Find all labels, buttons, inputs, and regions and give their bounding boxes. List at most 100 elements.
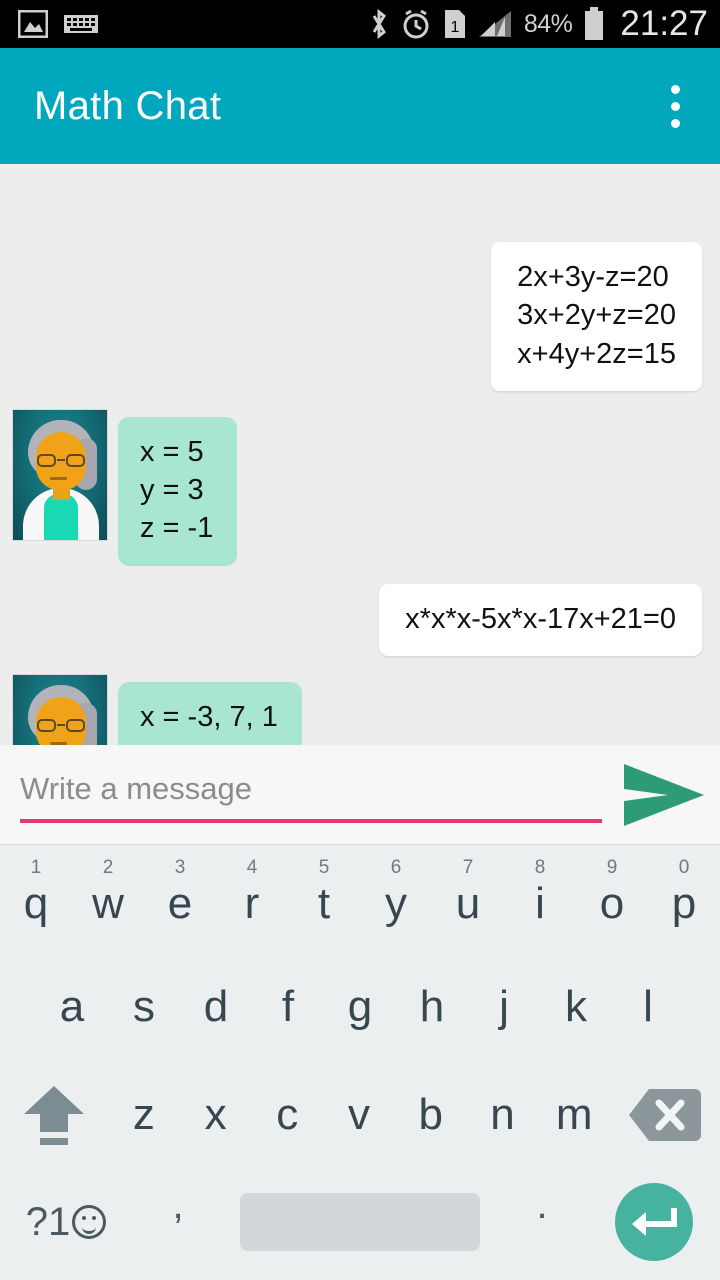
- backspace-key[interactable]: [610, 1087, 720, 1143]
- key-label: m: [555, 1090, 593, 1139]
- enter-key-circle: [615, 1183, 693, 1261]
- key-t[interactable]: 5t: [288, 845, 360, 953]
- key-i[interactable]: 8i: [504, 845, 576, 953]
- avatar: [12, 408, 108, 541]
- key-f[interactable]: f: [252, 953, 324, 1061]
- key-y[interactable]: 6y: [360, 845, 432, 953]
- symbols-key[interactable]: ?1: [0, 1200, 132, 1245]
- shift-key[interactable]: [0, 1080, 108, 1150]
- key-v[interactable]: v: [323, 1093, 395, 1137]
- key-number-hint: 4: [246, 857, 258, 878]
- key-q[interactable]: 1q: [0, 845, 72, 953]
- key-label: n: [490, 1090, 515, 1139]
- message-row-outgoing: x*x*x-5x*x-17x+21=0: [0, 583, 720, 656]
- key-label: y: [385, 879, 407, 928]
- key-e[interactable]: 3e: [144, 845, 216, 953]
- key-a[interactable]: a: [36, 953, 108, 1061]
- key-label: h: [419, 982, 445, 1031]
- send-button[interactable]: [616, 747, 712, 843]
- app-bar: Math Chat: [0, 48, 720, 164]
- on-screen-keyboard[interactable]: 1q 2w 3e 4r 5t 6y 7u 8i 9o 0p a s d f g …: [0, 845, 720, 1280]
- status-bar: 1 84% 21:27: [0, 0, 720, 48]
- status-clock: 21:27: [620, 4, 708, 43]
- key-z[interactable]: z: [108, 1093, 180, 1137]
- shift-icon: [24, 1086, 84, 1145]
- glasses-icon: [37, 718, 85, 732]
- key-h[interactable]: h: [396, 953, 468, 1061]
- period-label: .: [536, 1182, 548, 1227]
- key-o[interactable]: 9o: [576, 845, 648, 953]
- key-s[interactable]: s: [108, 953, 180, 1061]
- comma-key[interactable]: ,: [132, 1183, 224, 1262]
- key-b[interactable]: b: [395, 1093, 467, 1137]
- key-g[interactable]: g: [324, 953, 396, 1061]
- key-d[interactable]: d: [180, 953, 252, 1061]
- enter-key[interactable]: [588, 1183, 720, 1261]
- alarm-icon: [403, 9, 429, 39]
- keyboard-row-4: ?1 , .: [0, 1169, 720, 1275]
- key-label: s: [133, 982, 155, 1031]
- key-label: u: [455, 879, 481, 928]
- key-p[interactable]: 0p: [648, 845, 720, 953]
- send-arrow-icon: [624, 763, 704, 826]
- key-r[interactable]: 4r: [216, 845, 288, 953]
- key-label: z: [132, 1090, 155, 1139]
- key-m[interactable]: m: [538, 1093, 610, 1137]
- key-number-hint: 9: [606, 857, 618, 878]
- status-bar-right-icons: 1 84% 21:27: [368, 4, 708, 44]
- key-u[interactable]: 7u: [432, 845, 504, 953]
- key-label: j: [499, 982, 509, 1031]
- message-line: x+4y+2z=15: [517, 337, 676, 370]
- key-x[interactable]: x: [180, 1093, 252, 1137]
- key-label: p: [671, 879, 697, 928]
- key-label: q: [23, 879, 49, 928]
- space-key[interactable]: [240, 1193, 480, 1251]
- message-line: x*x*x-5x*x-17x+21=0: [405, 602, 676, 635]
- message-bubble-incoming[interactable]: x = 5 y = 3 z = -1: [118, 416, 238, 566]
- message-row-incoming: x = -3, 7, 1: [0, 673, 720, 745]
- message-line: 2x+3y-z=20: [517, 261, 669, 293]
- input-underline: [20, 818, 602, 823]
- key-label: r: [244, 879, 260, 928]
- symbols-label: ?1: [25, 1199, 71, 1244]
- key-c[interactable]: c: [251, 1093, 323, 1137]
- status-bar-left-icons: [18, 10, 98, 38]
- key-label: i: [535, 879, 545, 928]
- key-k[interactable]: k: [540, 953, 612, 1061]
- message-input[interactable]: [20, 766, 602, 823]
- key-l[interactable]: l: [612, 953, 684, 1061]
- battery-icon: [585, 7, 604, 40]
- message-bubble-outgoing[interactable]: 2x+3y-z=20 3x+2y+z=20 x+4y+2z=15: [491, 242, 702, 391]
- key-label: b: [418, 1090, 443, 1139]
- key-label: d: [203, 982, 229, 1031]
- key-label: a: [59, 982, 85, 1031]
- overflow-dot: [671, 84, 680, 94]
- key-label: l: [643, 982, 653, 1031]
- keyboard-row-2: a s d f g h j k l: [0, 953, 720, 1061]
- image-icon: [18, 10, 48, 38]
- chat-message-list[interactable]: 2x+3y-z=20 3x+2y+z=20 x+4y+2z=15 x = 5 y…: [0, 164, 720, 745]
- message-line: x = 5: [140, 435, 204, 468]
- key-label: w: [92, 879, 124, 928]
- message-bubble-outgoing[interactable]: x*x*x-5x*x-17x+21=0: [379, 583, 702, 656]
- battery-percent: 84%: [523, 9, 573, 38]
- period-key[interactable]: .: [496, 1183, 588, 1262]
- avatar: [12, 673, 108, 745]
- message-bubble-incoming[interactable]: x = -3, 7, 1: [118, 681, 302, 745]
- emoji-icon: [72, 1205, 107, 1239]
- key-j[interactable]: j: [468, 953, 540, 1061]
- keyboard-icon: [64, 15, 98, 33]
- signal-icon: [478, 11, 511, 37]
- key-number-hint: 7: [462, 857, 474, 878]
- key-label: g: [347, 982, 373, 1031]
- svg-text:1: 1: [450, 19, 459, 36]
- key-number-hint: 0: [678, 857, 690, 878]
- key-w[interactable]: 2w: [72, 845, 144, 953]
- message-input-bar: [0, 745, 720, 845]
- overflow-menu-icon[interactable]: [661, 75, 690, 138]
- sim1-icon: 1: [444, 10, 465, 38]
- key-n[interactable]: n: [467, 1093, 539, 1137]
- comma-label: ,: [172, 1182, 184, 1227]
- keyboard-row-1: 1q 2w 3e 4r 5t 6y 7u 8i 9o 0p: [0, 845, 720, 953]
- key-number-hint: 3: [174, 857, 186, 878]
